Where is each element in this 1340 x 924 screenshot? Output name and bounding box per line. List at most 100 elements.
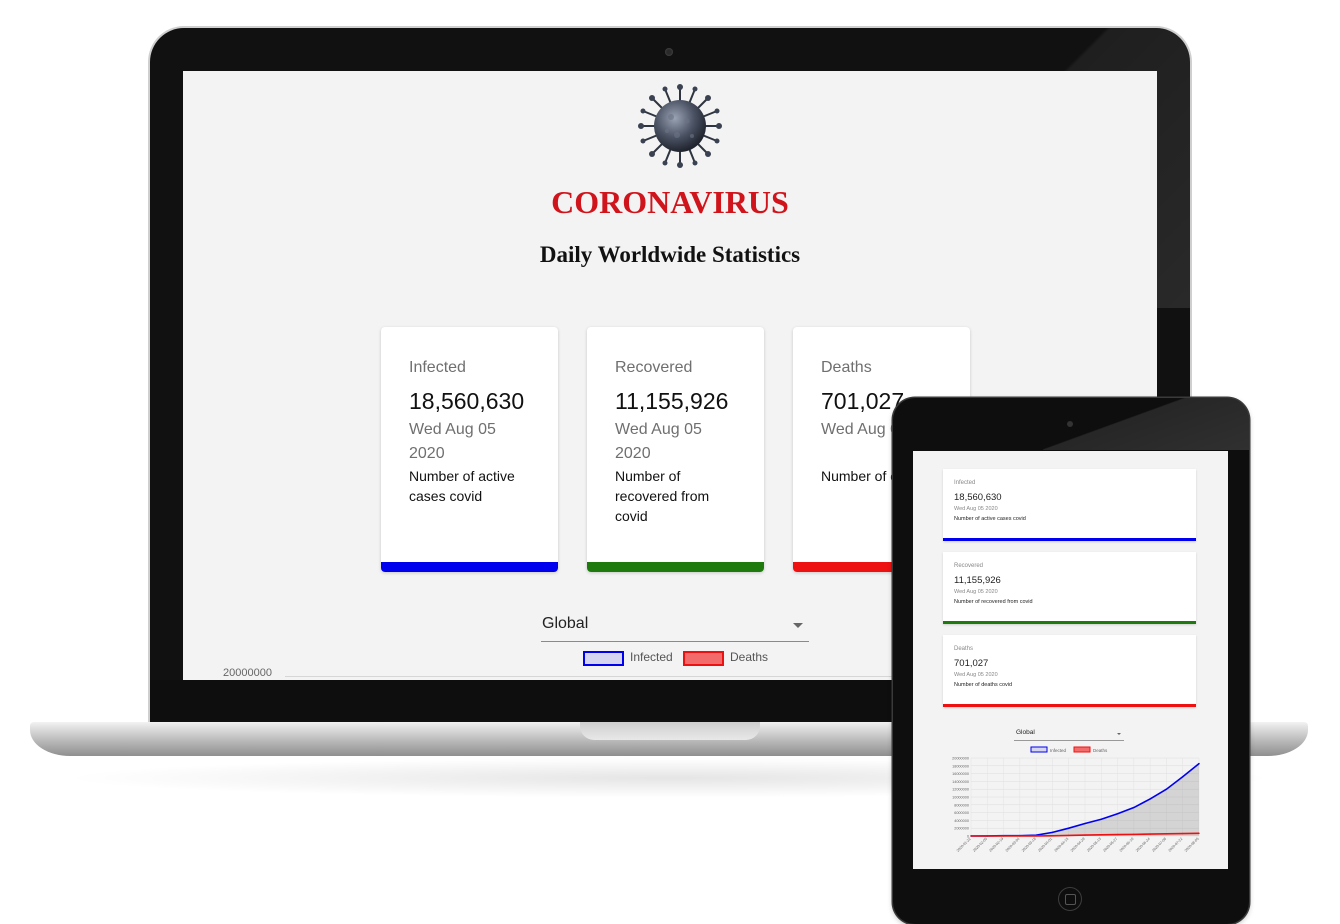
card-date: Wed Aug 05 2020: [409, 421, 496, 462]
card-label: Recovered: [615, 359, 693, 376]
y-axis-tick: 20000000: [223, 667, 272, 679]
card-date: Wed Aug 05 2020: [615, 421, 702, 462]
data-point: [1068, 834, 1070, 837]
card-description: Number of recovered from covid: [954, 599, 1033, 605]
card-color-bar: [587, 562, 764, 572]
x-tick-label: 2020-04-01: [1037, 837, 1053, 853]
tablet-deaths-card: Deaths 701,027 Wed Aug 05 2020 Number of…: [943, 635, 1196, 707]
card-description: Number of active cases covid: [409, 468, 515, 504]
y-tick-label: 12000000: [952, 788, 969, 792]
card-color-bar: [943, 538, 1196, 541]
card-label: Infected: [409, 359, 466, 376]
data-point: [1100, 818, 1102, 820]
card-color-bar: [943, 621, 1196, 624]
data-point: [1084, 822, 1086, 825]
y-tick-label: 2000000: [954, 827, 969, 831]
laptop-camera: [665, 48, 673, 56]
card-description: Number of recovered from covid: [615, 468, 710, 524]
data-point: [1051, 835, 1054, 837]
x-tick-label: 2020-05-27: [1102, 837, 1118, 853]
y-tick-label: 6000000: [954, 811, 969, 815]
card-value: 701,027: [821, 388, 905, 414]
virus-icon: [638, 84, 722, 168]
x-tick-label: 2020-01-22: [956, 837, 972, 853]
y-tick-label: 14000000: [952, 780, 969, 784]
x-tick-label: 2020-02-05: [972, 837, 988, 853]
y-tick-label: 8000000: [954, 803, 969, 807]
data-point: [1182, 776, 1184, 778]
data-point: [1165, 788, 1168, 790]
card-date: Wed Aug 05 2020: [954, 672, 998, 678]
legend-label-deaths: Deaths: [730, 650, 769, 664]
data-point: [1035, 835, 1037, 837]
card-label: Deaths: [821, 359, 872, 376]
legend-swatch-infected[interactable]: [583, 651, 624, 666]
data-point: [1198, 762, 1200, 765]
cases-line-chart: Infected Deaths02000000400000060000008000…: [952, 746, 1200, 853]
tablet-reflection: [1043, 398, 1249, 450]
x-tick-label: 2020-03-04: [1005, 837, 1021, 853]
x-tick-label: 2020-06-10: [1119, 837, 1135, 853]
card-color-bar: [381, 562, 558, 572]
infected-card: Infected 18,560,630 Wed Aug 05 2020 Numb…: [381, 327, 558, 572]
y-tick-label: 4000000: [954, 819, 969, 823]
data-point: [1100, 834, 1102, 836]
country-select[interactable]: Global: [541, 605, 809, 642]
caret-down-icon: [1117, 733, 1121, 735]
x-tick-label: 2020-06-24: [1135, 837, 1151, 853]
data-point: [970, 835, 972, 837]
data-point: [1019, 835, 1021, 837]
data-point: [1149, 833, 1151, 835]
y-tick-label: 10000000: [952, 796, 969, 800]
card-value: 18,560,630: [409, 388, 525, 414]
legend-swatch-infected: [1030, 746, 1048, 753]
legend-swatch-deaths[interactable]: [683, 651, 724, 666]
card-description: Number of active cases covid: [954, 516, 1026, 522]
x-tick-label: 2020-03-18: [1021, 837, 1037, 853]
data-point: [1198, 832, 1200, 834]
page-subtitle: Daily Worldwide Statistics: [539, 242, 801, 267]
home-button[interactable]: [1058, 887, 1082, 911]
card-color-bar: [943, 704, 1196, 707]
country-select-value: Global: [1016, 729, 1035, 736]
x-tick-label: 2020-04-29: [1070, 837, 1086, 853]
y-tick-label: 16000000: [952, 772, 969, 776]
legend-swatch-deaths: [1073, 746, 1091, 753]
legend-label-infected: Infected: [1050, 748, 1067, 753]
country-select-value: Global: [542, 615, 589, 632]
page-title: CORONAVIRUS: [551, 184, 789, 220]
data-point: [1116, 833, 1119, 836]
legend-label-deaths: Deaths: [1093, 748, 1108, 753]
y-tick-label: 18000000: [952, 764, 969, 768]
data-point: [1051, 831, 1054, 834]
data-point: [1116, 813, 1119, 815]
card-label: Infected: [954, 480, 976, 486]
data-point: [1084, 834, 1086, 836]
card-value: 18,560,630: [954, 492, 1002, 503]
x-tick-label: 2020-05-13: [1086, 837, 1102, 853]
x-tick-label: 2020-08-05: [1184, 837, 1200, 853]
x-tick-label: 2020-02-19: [988, 837, 1004, 853]
x-tick-label: 2020-07-22: [1168, 837, 1184, 853]
legend-label-infected: Infected: [630, 650, 673, 664]
tablet-recovered-card: Recovered 11,155,926 Wed Aug 05 2020 Num…: [943, 552, 1196, 624]
data-point: [1182, 832, 1184, 835]
x-tick-label: 2020-07-08: [1151, 837, 1167, 853]
data-point: [1165, 833, 1168, 835]
card-value: 11,155,926: [954, 575, 1001, 586]
tablet-country-select[interactable]: Global: [1014, 727, 1124, 741]
card-value: 701,027: [954, 658, 989, 669]
data-point: [1002, 835, 1005, 837]
caret-down-icon: [793, 623, 803, 628]
recovered-card: Recovered 11,155,926 Wed Aug 05 2020 Num…: [587, 327, 764, 572]
card-value: 11,155,926: [615, 388, 729, 414]
data-point: [1133, 806, 1135, 809]
card-date: Wed Aug 05 2020: [954, 589, 998, 595]
card-label: Deaths: [954, 646, 974, 652]
card-description: Number of deaths covid: [954, 682, 1013, 688]
tablet-screen: Infected 18,560,630 Wed Aug 05 2020 Numb…: [913, 451, 1228, 869]
tablet-infected-card: Infected 18,560,630 Wed Aug 05 2020 Numb…: [943, 469, 1196, 541]
laptop-notch: [580, 722, 760, 740]
x-tick-label: 2020-04-15: [1054, 837, 1070, 853]
tablet-device: Infected 18,560,630 Wed Aug 05 2020 Numb…: [893, 398, 1249, 924]
